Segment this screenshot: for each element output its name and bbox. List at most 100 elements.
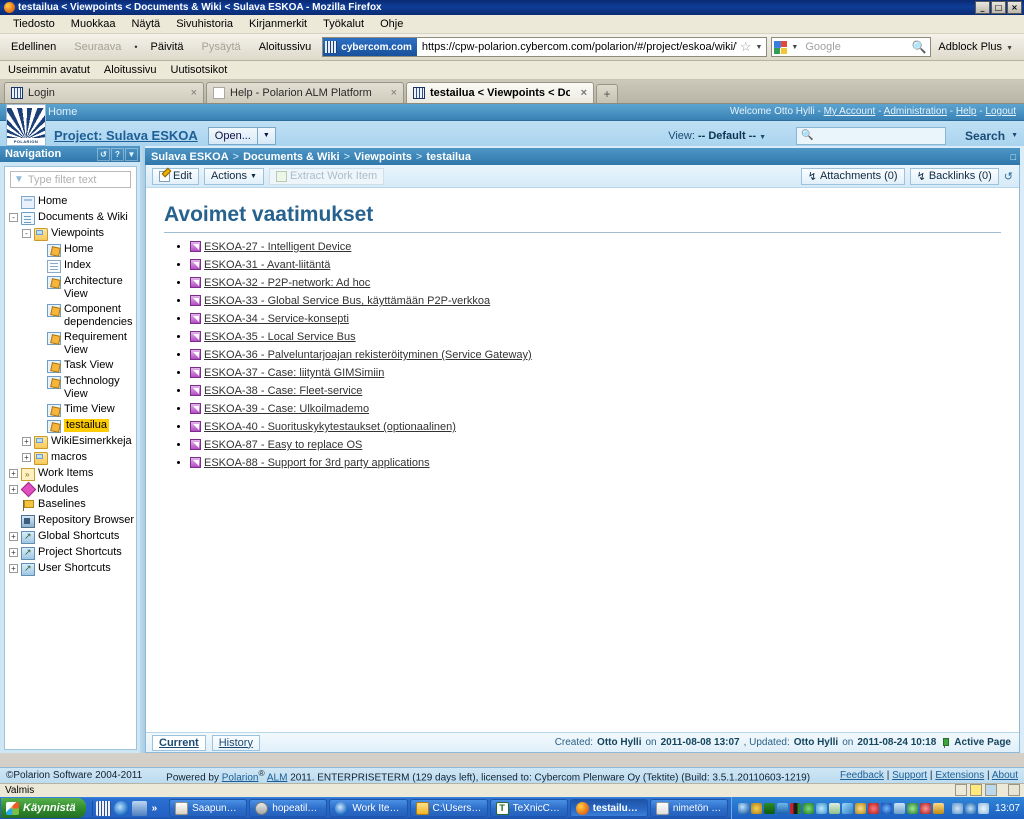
maximize-button[interactable]: □ xyxy=(991,1,1006,14)
reload-button[interactable]: Päivitä xyxy=(144,39,191,55)
actions-button[interactable]: Actions ▼ xyxy=(203,167,264,185)
expand-icon[interactable]: + xyxy=(9,548,18,557)
work-item-link[interactable]: ESKOA-27 - Intelligent Device xyxy=(204,241,351,253)
tree-item-home[interactable]: Home xyxy=(5,194,136,210)
quick-launch-overflow-icon[interactable]: » xyxy=(150,803,160,814)
tray-check-icon[interactable] xyxy=(828,802,840,814)
tray-update-icon[interactable] xyxy=(750,802,762,814)
administration-link[interactable]: Administration xyxy=(884,106,947,117)
expand-icon[interactable]: + xyxy=(9,532,18,541)
taskbar-button-hopeatilhi-c[interactable]: hopeatilhi.c... xyxy=(249,799,328,817)
tab-close-icon[interactable]: × xyxy=(575,87,587,99)
tray-network-icon[interactable] xyxy=(737,802,749,814)
work-item-link[interactable]: ESKOA-37 - Case: liityntä GIMSimiin xyxy=(204,367,384,379)
taskbar-clock[interactable]: 13:07 xyxy=(991,803,1020,814)
taskbar-button-nimet-n-p[interactable]: nimetön - P... xyxy=(649,799,729,817)
tray-shield-icon[interactable] xyxy=(854,802,866,814)
polarion-search-button[interactable]: Search ▼ xyxy=(965,129,1018,143)
bookmark-star-icon[interactable]: ☆ xyxy=(737,39,755,55)
tree-item-viewpoints[interactable]: - Viewpoints xyxy=(5,226,136,242)
browser-search-bar[interactable]: ▼ Google 🔍 xyxy=(771,37,932,57)
chevron-down-icon[interactable]: ▼ xyxy=(258,132,275,139)
menu-nayta[interactable]: Näytä xyxy=(124,16,167,32)
work-item-link[interactable]: ESKOA-34 - Service-konsepti xyxy=(204,313,349,325)
logout-link[interactable]: Logout xyxy=(985,106,1016,117)
tree-item-modules[interactable]: + Modules xyxy=(5,481,136,498)
chevron-down-icon[interactable]: ▼ xyxy=(250,173,257,180)
open-project-button[interactable]: Open... ▼ xyxy=(207,126,276,145)
tree-item-requirement-view[interactable]: Requirement View xyxy=(5,330,136,358)
alm-link[interactable]: ALM xyxy=(267,772,288,783)
adblock-caret-icon[interactable]: ▼ xyxy=(1005,45,1017,52)
tree-item-wikiesimerkkeja[interactable]: + WikiEsimerkkeja xyxy=(5,434,136,450)
expand-icon[interactable]: + xyxy=(9,485,18,494)
tree-item-index[interactable]: Index xyxy=(5,258,136,274)
start-button[interactable]: Käynnistä xyxy=(1,798,86,818)
lock-icon[interactable] xyxy=(955,783,967,796)
taskbar-button-testailua[interactable]: testailua ... xyxy=(569,799,648,817)
tree-item-task-view[interactable]: Task View xyxy=(5,358,136,374)
project-name-link[interactable]: Project: Sulava ESKOA xyxy=(54,128,198,143)
tab-close-icon[interactable]: × xyxy=(185,87,197,99)
collapse-icon[interactable]: - xyxy=(9,213,18,222)
breadcrumb-documents-wiki[interactable]: Documents & Wiki xyxy=(243,151,339,163)
maximize-panel-icon[interactable]: □ xyxy=(1011,152,1016,162)
tab-history[interactable]: History xyxy=(211,734,260,751)
menu-ohje[interactable]: Ohje xyxy=(373,16,410,32)
tray-dropbox-icon[interactable] xyxy=(815,802,827,814)
attachments-button[interactable]: ↯ Attachments (0) xyxy=(800,167,905,185)
google-icon[interactable] xyxy=(774,40,788,54)
tray-security-icon[interactable] xyxy=(932,802,944,814)
tree-item-architecture-view[interactable]: Architecture View xyxy=(5,274,136,302)
expand-icon[interactable]: + xyxy=(22,437,31,446)
home-button[interactable]: Aloitussivu xyxy=(252,39,319,55)
tree-item-repository-browser[interactable]: Repository Browser xyxy=(5,513,136,529)
tab-help-polarion-alm-platform[interactable]: Help - Polarion ALM Platform × xyxy=(206,82,404,103)
refresh-icon[interactable]: ↺ xyxy=(97,147,110,161)
show-desktop-icon[interactable] xyxy=(131,800,147,816)
tree-item-component-dependencies[interactable]: Component dependencies xyxy=(5,302,136,330)
work-item-link[interactable]: ESKOA-87 - Easy to replace OS xyxy=(204,439,362,451)
browser-search-input[interactable]: Google xyxy=(805,41,908,53)
work-item-link[interactable]: ESKOA-40 - Suorituskykytestaukset (optio… xyxy=(204,421,456,433)
polarion-quick-icon[interactable] xyxy=(95,800,111,816)
tree-item-work-items[interactable]: + Work Items xyxy=(5,466,136,482)
menu-muokkaa[interactable]: Muokkaa xyxy=(64,16,123,32)
close-button[interactable]: × xyxy=(1007,1,1022,14)
globe-icon[interactable] xyxy=(985,783,997,796)
tree-item-macros[interactable]: + macros xyxy=(5,450,136,466)
polarion-search-input[interactable]: 🔍 xyxy=(796,126,946,145)
minimize-button[interactable]: _ xyxy=(975,1,990,14)
new-tab-button[interactable]: + xyxy=(596,84,618,103)
expand-icon[interactable]: + xyxy=(22,453,31,462)
view-selector[interactable]: View: -- Default -- ▼ xyxy=(668,130,766,142)
menu-kirjanmerkit[interactable]: Kirjanmerkit xyxy=(242,16,314,32)
bookmark-aloitussivu[interactable]: Aloitussivu xyxy=(104,64,157,76)
tree-item-home[interactable]: Home xyxy=(5,242,136,258)
search-engine-dropdown-icon[interactable]: ▼ xyxy=(790,44,802,51)
tree-item-baselines[interactable]: Baselines xyxy=(5,497,136,513)
tray-close-task-icon[interactable] xyxy=(919,802,931,814)
tree-item-testailua[interactable]: testailua xyxy=(5,418,136,434)
tray-sync-icon[interactable] xyxy=(763,802,775,814)
tray-cloud-icon[interactable] xyxy=(841,802,853,814)
refresh-icon[interactable]: ↺ xyxy=(1004,170,1013,183)
navigation-filter[interactable]: ▼ Type filter text xyxy=(10,171,131,188)
tree-item-project-shortcuts[interactable]: + Project Shortcuts xyxy=(5,545,136,561)
tray-bluetooth-icon[interactable] xyxy=(880,802,892,814)
internet-explorer-icon[interactable] xyxy=(113,800,129,816)
tray-safely-remove-icon[interactable] xyxy=(951,802,963,814)
taskbar-button-saapuneet[interactable]: Saapuneet ... xyxy=(169,799,248,817)
expand-icon[interactable]: + xyxy=(9,469,18,478)
tab-testailua[interactable]: testailua < Viewpoints < Docume... × xyxy=(406,82,594,103)
plugin-icon[interactable] xyxy=(1008,783,1020,796)
smiley-icon[interactable] xyxy=(970,783,982,796)
url-dropdown-icon[interactable]: ▼ xyxy=(754,44,766,51)
work-item-link[interactable]: ESKOA-88 - Support for 3rd party applica… xyxy=(204,457,430,469)
taskbar-button-texniccent[interactable]: TTeXnicCent... xyxy=(489,799,568,817)
support-link[interactable]: Support xyxy=(892,770,927,781)
work-item-link[interactable]: ESKOA-32 - P2P-network: Ad hoc xyxy=(204,277,370,289)
feedback-link[interactable]: Feedback xyxy=(840,770,884,781)
collapse-icon[interactable]: - xyxy=(22,229,31,238)
chevron-down-icon[interactable]: ▼ xyxy=(125,147,138,161)
